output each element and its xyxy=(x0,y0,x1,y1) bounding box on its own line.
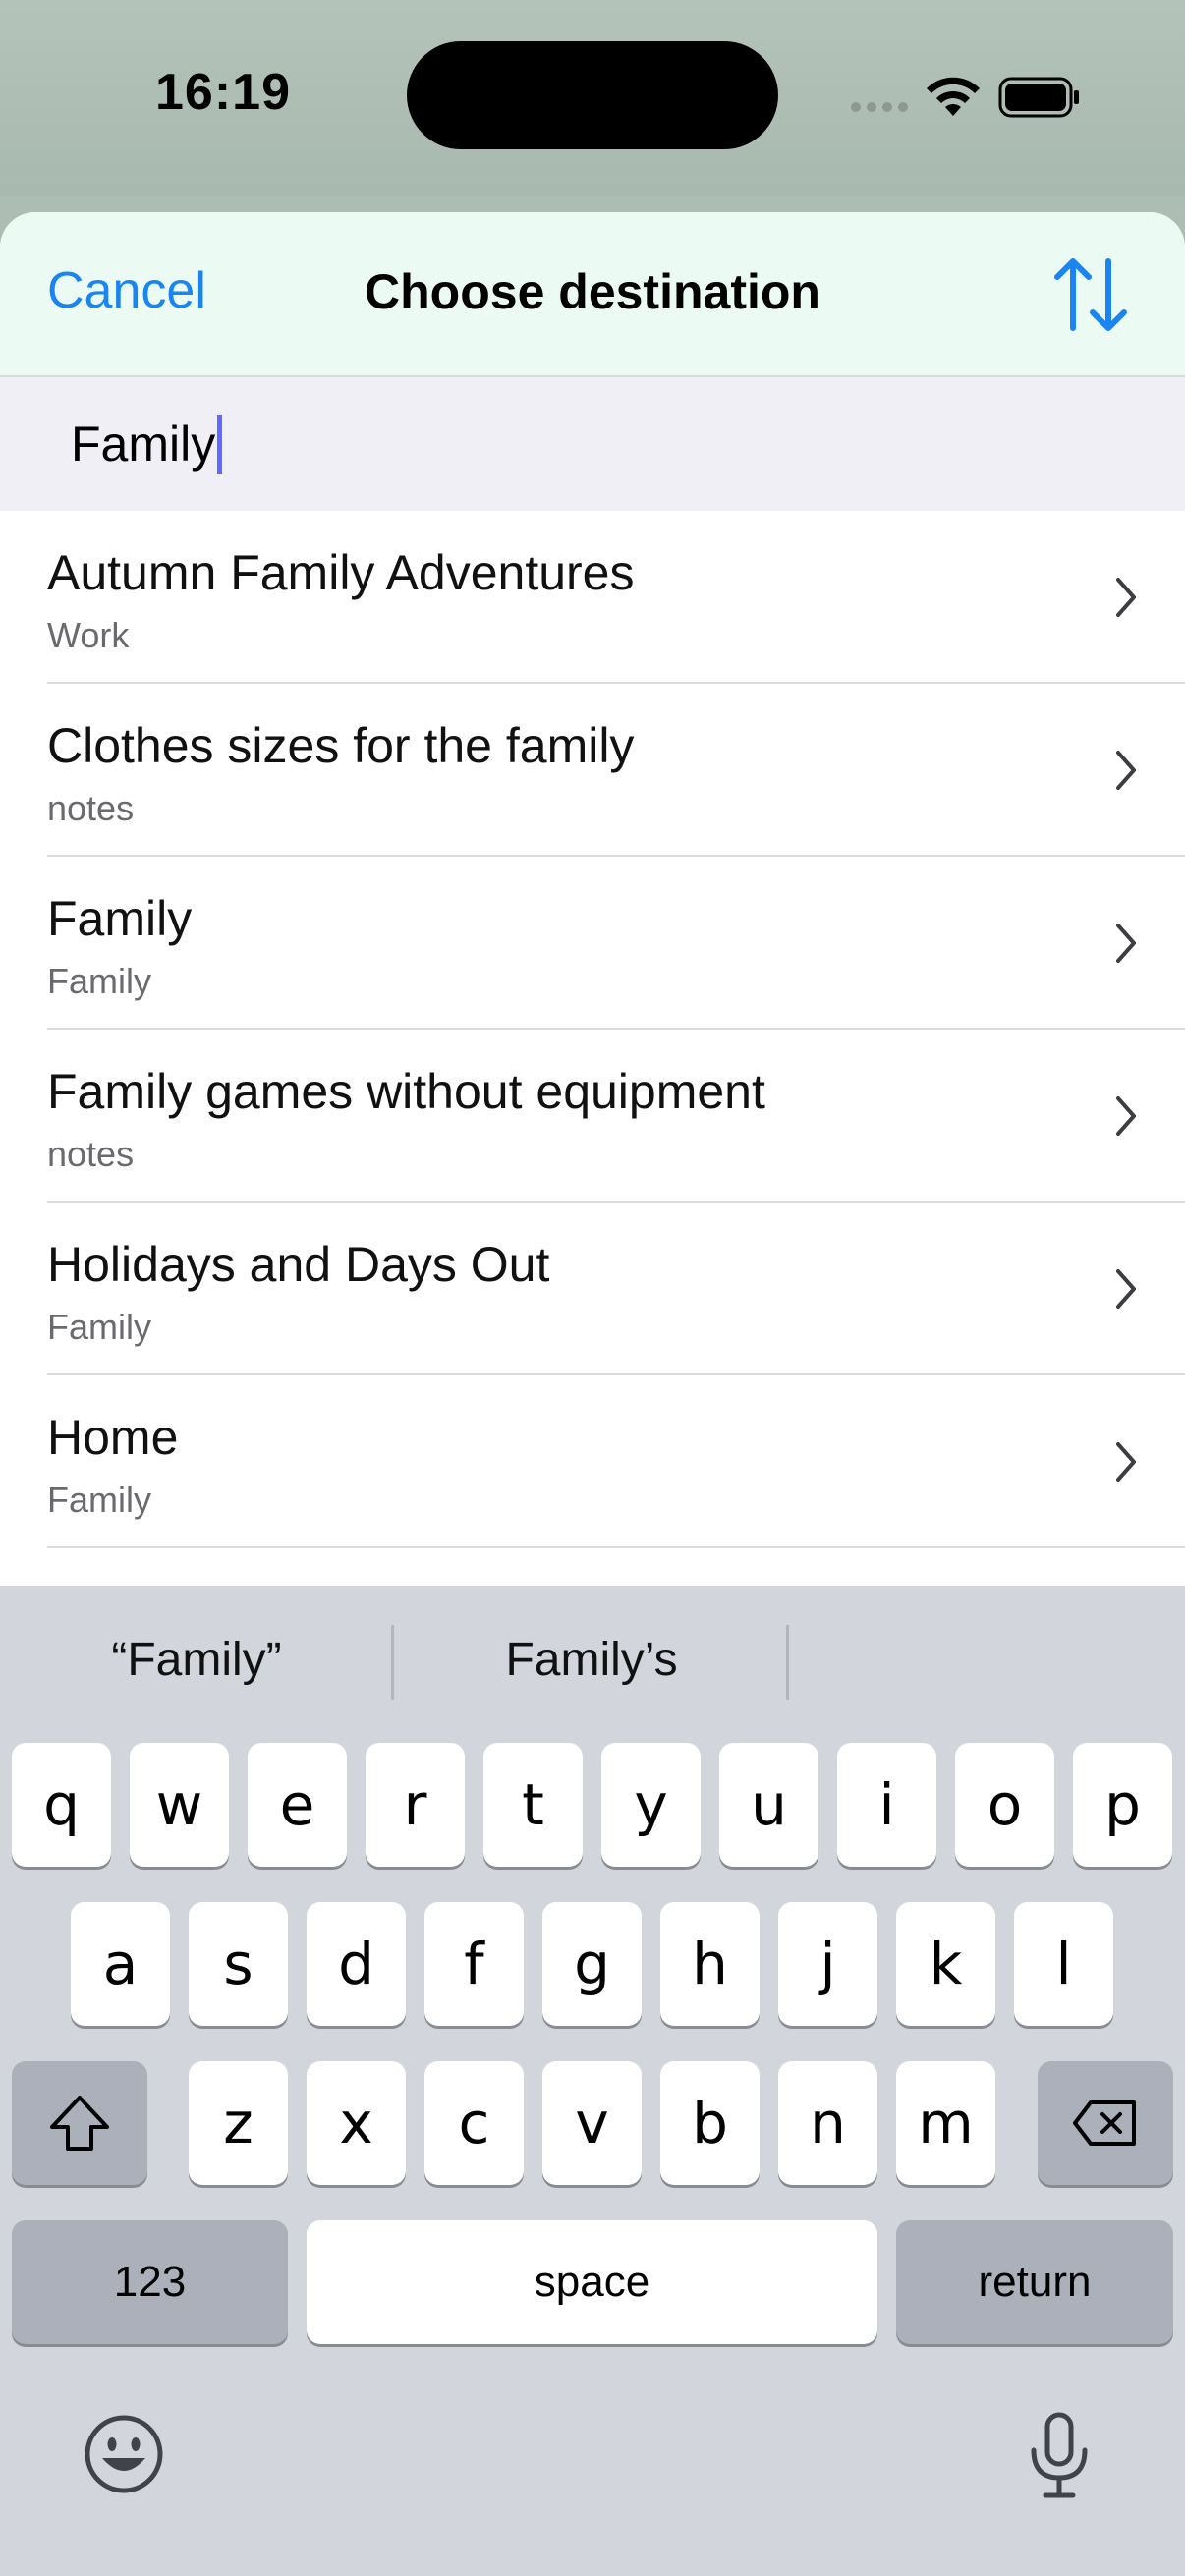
emoji-icon[interactable] xyxy=(83,2413,165,2495)
key-p[interactable]: p xyxy=(1073,1743,1172,1867)
key-j[interactable]: j xyxy=(778,1902,877,2026)
chevron-right-icon xyxy=(1116,578,1136,617)
cellular-signal-icon xyxy=(851,102,908,112)
key-b[interactable]: b xyxy=(660,2061,760,2185)
list-item-subtitle: Family xyxy=(47,1307,151,1347)
key-i[interactable]: i xyxy=(837,1743,936,1867)
key-y[interactable]: y xyxy=(601,1743,701,1867)
wifi-icon xyxy=(927,77,980,116)
key-s[interactable]: s xyxy=(189,1902,288,2026)
key-m[interactable]: m xyxy=(896,2061,995,2185)
key-h[interactable]: h xyxy=(660,1902,760,2026)
chevron-right-icon xyxy=(1116,1269,1136,1309)
key-w[interactable]: w xyxy=(130,1743,229,1867)
key-x[interactable]: x xyxy=(307,2061,406,2185)
destination-sheet: Cancel Choose destination Family Autumn … xyxy=(0,212,1185,1588)
chevron-right-icon xyxy=(1116,924,1136,963)
key-d[interactable]: d xyxy=(307,1902,406,2026)
sheet-title: Choose destination xyxy=(365,264,820,319)
shift-key[interactable] xyxy=(12,2061,147,2185)
key-k[interactable]: k xyxy=(896,1902,995,2026)
search-input[interactable]: Family xyxy=(71,415,223,474)
key-e[interactable]: e xyxy=(248,1743,347,1867)
suggestion-item[interactable]: “Family” xyxy=(20,1633,373,1687)
list-item-title: Holidays and Days Out xyxy=(47,1237,550,1292)
numbers-key[interactable]: 123 xyxy=(12,2220,288,2344)
key-n[interactable]: n xyxy=(778,2061,877,2185)
list-item-subtitle: notes xyxy=(47,1134,135,1174)
key-o[interactable]: o xyxy=(955,1743,1054,1867)
list-item[interactable]: Autumn Family Adventures Work xyxy=(47,511,1185,684)
destination-list: Autumn Family Adventures Work Clothes si… xyxy=(0,511,1185,1548)
key-l[interactable]: l xyxy=(1014,1902,1113,2026)
key-c[interactable]: c xyxy=(424,2061,524,2185)
chevron-right-icon xyxy=(1116,1442,1136,1482)
shift-icon xyxy=(50,2096,109,2151)
key-g[interactable]: g xyxy=(542,1902,642,2026)
dynamic-island xyxy=(407,41,778,149)
list-item-title: Family games without equipment xyxy=(47,1064,765,1119)
list-item-subtitle: Family xyxy=(47,1480,151,1520)
status-time: 16:19 xyxy=(155,64,291,121)
key-u[interactable]: u xyxy=(719,1743,818,1867)
key-a[interactable]: a xyxy=(71,1902,170,2026)
list-item-subtitle: Work xyxy=(47,615,130,655)
battery-icon xyxy=(998,77,1079,118)
search-bar: Family xyxy=(0,377,1185,511)
space-key[interactable]: space xyxy=(307,2220,877,2344)
list-item[interactable]: Home Family xyxy=(47,1375,1185,1548)
key-q[interactable]: q xyxy=(12,1743,111,1867)
return-key[interactable]: return xyxy=(896,2220,1173,2344)
key-v[interactable]: v xyxy=(542,2061,642,2185)
list-item[interactable]: Family games without equipment notes xyxy=(47,1030,1185,1203)
list-item[interactable]: Clothes sizes for the family notes xyxy=(47,684,1185,857)
list-item[interactable]: Holidays and Days Out Family xyxy=(47,1203,1185,1375)
list-item-subtitle: notes xyxy=(47,788,135,828)
suggestion-divider xyxy=(391,1625,394,1700)
key-t[interactable]: t xyxy=(483,1743,583,1867)
list-item-title: Home xyxy=(47,1410,179,1465)
sort-arrows-icon[interactable] xyxy=(1049,253,1132,336)
status-bar: 16:19 xyxy=(0,0,1185,196)
suggestion-divider xyxy=(786,1625,789,1700)
list-item-title: Autumn Family Adventures xyxy=(47,545,635,600)
nav-bar: Cancel Choose destination xyxy=(0,212,1185,377)
chevron-right-icon xyxy=(1116,1096,1136,1136)
key-f[interactable]: f xyxy=(424,1902,524,2026)
delete-key[interactable] xyxy=(1038,2061,1173,2185)
key-r[interactable]: r xyxy=(366,1743,465,1867)
chevron-right-icon xyxy=(1116,751,1136,790)
keyboard: “Family” Family’s q w e r t y u i o p a … xyxy=(0,1586,1185,2576)
text-cursor xyxy=(217,415,223,474)
list-item-title: Family xyxy=(47,891,193,946)
backspace-icon xyxy=(1073,2100,1136,2146)
suggestion-bar: “Family” Family’s xyxy=(0,1586,1185,1743)
key-z[interactable]: z xyxy=(189,2061,288,2185)
suggestion-item[interactable]: Family’s xyxy=(415,1633,768,1687)
list-item-title: Clothes sizes for the family xyxy=(47,718,635,773)
search-input-value: Family xyxy=(71,417,216,472)
microphone-icon[interactable] xyxy=(1026,2411,1093,2501)
list-item-subtitle: Family xyxy=(47,961,151,1001)
list-item[interactable]: Family Family xyxy=(47,857,1185,1030)
